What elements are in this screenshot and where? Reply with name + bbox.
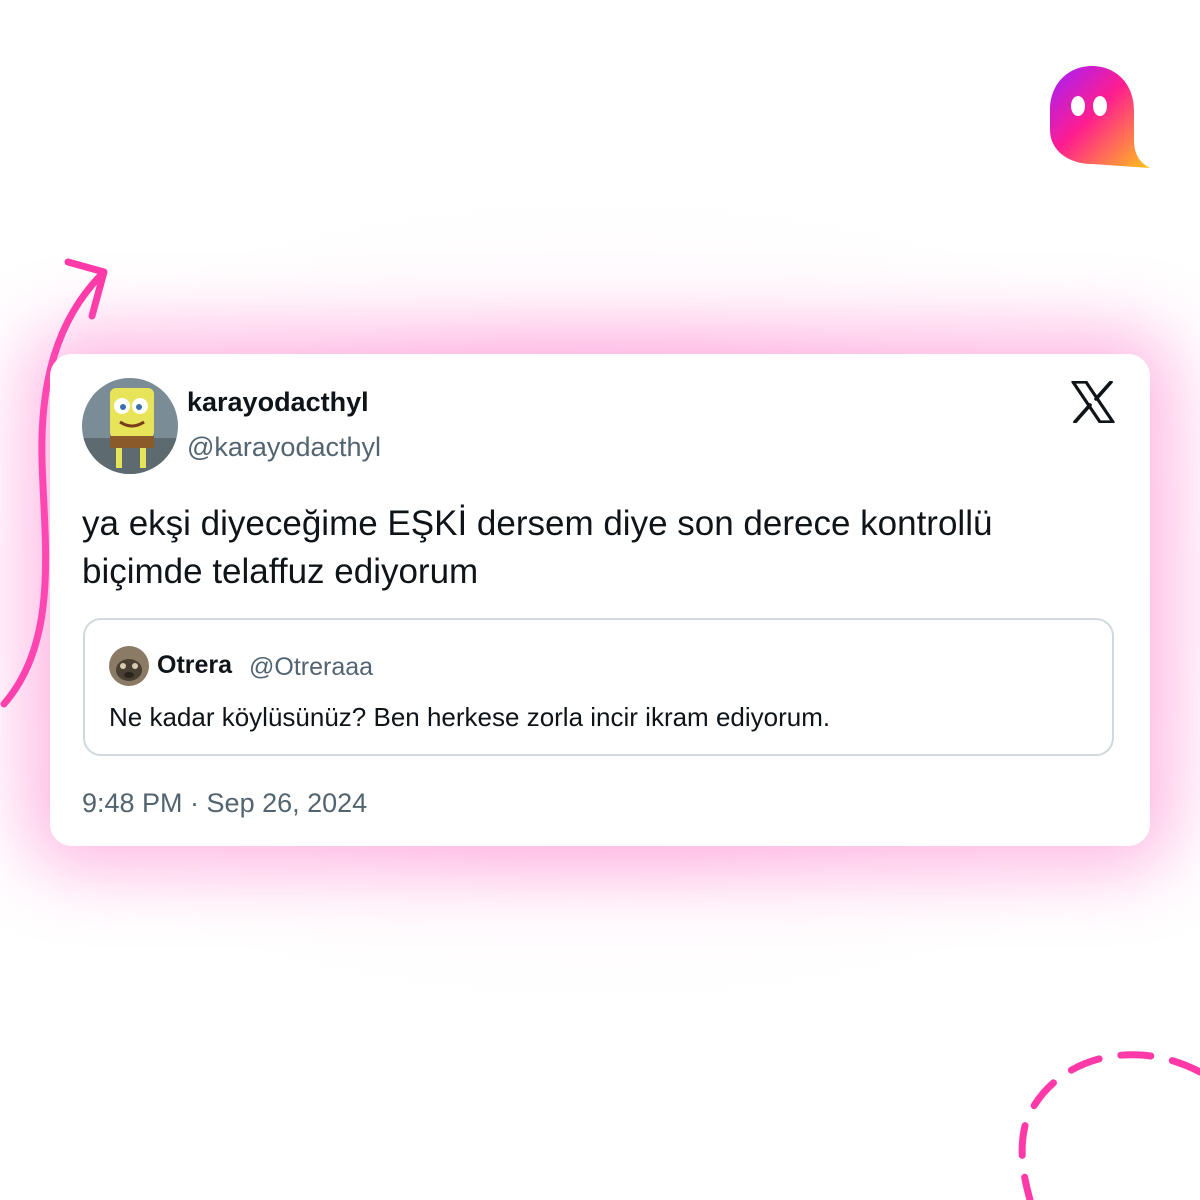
author-display-name[interactable]: karayodacthyl	[187, 387, 369, 418]
quoted-tweet-text: Ne kadar köylüsünüz? Ben herkese zorla i…	[109, 702, 831, 732]
quoted-tweet[interactable]: Otrera @Otreraaa Ne kadar köylüsünüz? Be…	[83, 618, 1114, 756]
tweet-card: karayodacthyl @karayodacthyl ya ekşi diy…	[50, 354, 1150, 846]
quoted-author-display-name[interactable]: Otrera	[157, 651, 232, 680]
x-logo-icon[interactable]	[1071, 381, 1115, 423]
quoted-author-handle[interactable]: @Otreraaa	[249, 653, 373, 682]
quoted-author-avatar[interactable]	[109, 646, 149, 686]
author-avatar[interactable]	[82, 378, 178, 474]
ghost-logo-icon	[1050, 66, 1150, 168]
tweet-timestamp[interactable]: 9:48 PM · Sep 26, 2024	[82, 788, 367, 819]
tweet-text: ya ekşi diyeceğime EŞKİ dersem diye son …	[82, 504, 993, 591]
author-handle[interactable]: @karayodacthyl	[187, 432, 381, 463]
